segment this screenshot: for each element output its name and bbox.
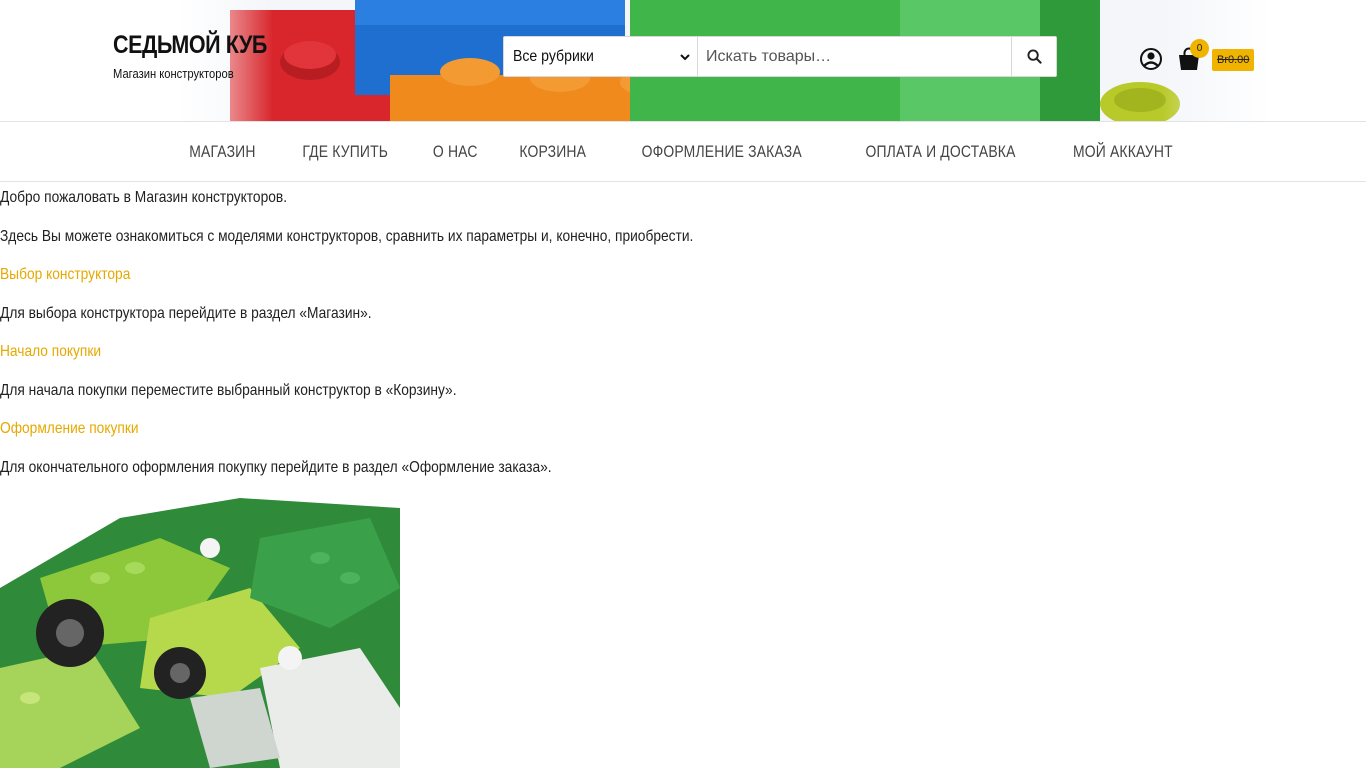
section-text-start: Для начала покупки переместите выбранный… [0, 381, 457, 399]
brand: СЕДЬМОЙ КУБ Магазин конструкторов [113, 31, 292, 81]
nav-item-payment-delivery[interactable]: Оплата и доставка [865, 142, 1015, 162]
welcome-text: Добро пожаловать в Магазин конструкторов… [0, 189, 288, 206]
page-content: Добро пожаловать в Магазин конструкторов… [0, 187, 1366, 495]
category-select[interactable]: Все рубрики [504, 37, 698, 76]
site-header: СЕДЬМОЙ КУБ Магазин конструкторов Все ру… [0, 0, 1366, 121]
intro-text: Здесь Вы можете ознакомиться с моделями … [0, 227, 694, 245]
section-text-choose: Для выбора конструктора перейдите в разд… [0, 304, 372, 322]
site-description: Магазин конструкторов [113, 66, 234, 81]
search-input[interactable] [698, 37, 1011, 76]
main-navigation: Магазин Где купить О нас Корзина Оформле… [0, 121, 1366, 182]
nav-item-about[interactable]: О нас [433, 142, 478, 162]
product-search-form: Все рубрики [503, 36, 1057, 77]
nav-item-checkout[interactable]: Оформление заказа [641, 142, 801, 162]
cart-count-badge: 0 [1190, 39, 1209, 58]
account-icon[interactable] [1139, 47, 1163, 71]
section-heading-choose[interactable]: Выбор конструктора [0, 264, 1175, 303]
search-button[interactable] [1011, 37, 1056, 76]
nav-item-shop[interactable]: Магазин [190, 142, 256, 162]
category-select-value: Все рубрики [513, 47, 594, 65]
section-text-checkout: Для окончательного оформления покупку пе… [0, 458, 552, 476]
search-icon [1026, 49, 1042, 64]
lego-bricks-image [0, 498, 400, 768]
section-heading-checkout[interactable]: Оформление покупки [0, 418, 1175, 457]
section-heading-start[interactable]: Начало покупки [0, 341, 1175, 380]
nav-item-my-account[interactable]: Мой аккаунт [1073, 142, 1173, 162]
nav-item-where-to-buy[interactable]: Где купить [303, 142, 389, 162]
site-title[interactable]: СЕДЬМОЙ КУБ [113, 31, 267, 60]
nav-item-cart[interactable]: Корзина [519, 142, 586, 162]
cart-total-badge[interactable]: Br0.00 [1212, 49, 1255, 71]
chevron-down-icon [680, 53, 690, 60]
